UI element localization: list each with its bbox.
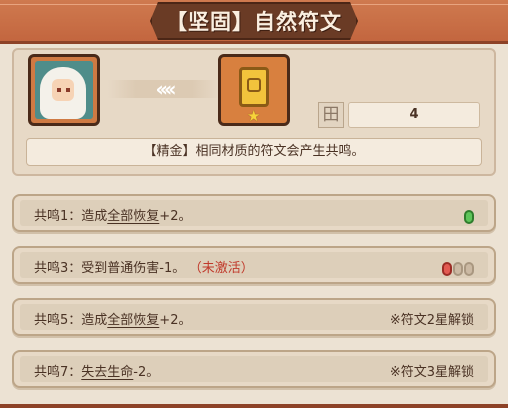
character-portrait[interactable]	[28, 54, 100, 126]
character-eye-left	[57, 88, 61, 92]
resonance-text: 共鸣1：造成全部恢复+2。	[34, 200, 191, 234]
resonance-description: 【精金】相同材质的符文会产生共鸣。	[26, 138, 482, 166]
rune-info-panel: ‹‹‹‹ ★ 田 4 【精金】相同材质的符文会产生共鸣。	[12, 48, 496, 176]
resonance-text: 共鸣7：失去生命-2。	[34, 356, 159, 390]
rune-level-row: 田 4	[318, 102, 480, 128]
rune-star-icon: ★	[247, 107, 261, 125]
resonance-keyword[interactable]: 全部恢复	[107, 209, 159, 224]
inactive-status-label: （未激活）	[195, 261, 254, 276]
resonance-keyword[interactable]: 失去生命	[81, 365, 133, 380]
resonance-row-inner: 共鸣5：造成全部恢复+2。 ※符文2星解锁	[20, 304, 488, 330]
resonance-suffix: +2。	[159, 313, 192, 328]
resonance-row-3: 共鸣3：受到普通伤害-1。 （未激活）	[12, 246, 496, 284]
transfer-arrows-icon: ‹‹‹‹	[108, 77, 220, 101]
character-face	[52, 79, 74, 101]
rune-level-value: 4	[348, 102, 480, 128]
grid-icon: 田	[318, 102, 344, 128]
resonance-prefix: 共鸣5：造成	[34, 313, 108, 328]
unlock-requirement: ※符文3星解锁	[389, 365, 474, 380]
resonance-row-1: 共鸣1：造成全部恢复+2。	[12, 194, 496, 232]
resonance-row-5: 共鸣5：造成全部恢复+2。 ※符文2星解锁	[12, 298, 496, 336]
resonance-row-7: 共鸣7：失去生命-2。 ※符文3星解锁	[12, 350, 496, 388]
active-dot-icon	[464, 210, 474, 224]
window-title: 【坚固】自然符文	[166, 10, 342, 34]
character-eye-right	[66, 88, 70, 92]
resonance-row-inner: 共鸣1：造成全部恢复+2。	[20, 200, 488, 226]
resonance-prefix: 共鸣7：	[34, 365, 82, 380]
resonance-status-indicator	[442, 262, 474, 276]
inactive-dot-icon	[453, 262, 463, 276]
resonance-keyword[interactable]: 全部恢复	[107, 313, 159, 328]
bottom-border	[0, 404, 508, 408]
resonance-prefix: 共鸣3：受到普通伤害-1。	[34, 261, 186, 276]
resonance-row-inner: 共鸣7：失去生命-2。 ※符文3星解锁	[20, 356, 488, 382]
resonance-prefix: 共鸣1：造成	[34, 209, 108, 224]
resonance-suffix: +2。	[159, 209, 192, 224]
resonance-text: 共鸣5：造成全部恢复+2。	[34, 304, 191, 338]
portrait-background	[35, 61, 93, 119]
title-banner: 【坚固】自然符文	[0, 0, 508, 44]
active-dot-icon	[442, 262, 452, 276]
rune-icon	[239, 67, 269, 107]
unlock-requirement: ※符文2星解锁	[389, 313, 474, 328]
inactive-dot-icon	[464, 262, 474, 276]
resonance-row-inner: 共鸣3：受到普通伤害-1。 （未激活）	[20, 252, 488, 278]
resonance-status-indicator	[464, 210, 474, 224]
resonance-text: 共鸣3：受到普通伤害-1。 （未激活）	[34, 252, 254, 286]
rune-detail-window: 【坚固】自然符文 ‹‹‹‹ ★ 田 4 【精金】相同材质的符文会产生共鸣。 共鸣…	[0, 0, 508, 408]
resonance-suffix: -2。	[133, 365, 160, 380]
title-plate: 【坚固】自然符文	[150, 2, 358, 40]
rune-slot[interactable]: ★	[218, 54, 290, 126]
